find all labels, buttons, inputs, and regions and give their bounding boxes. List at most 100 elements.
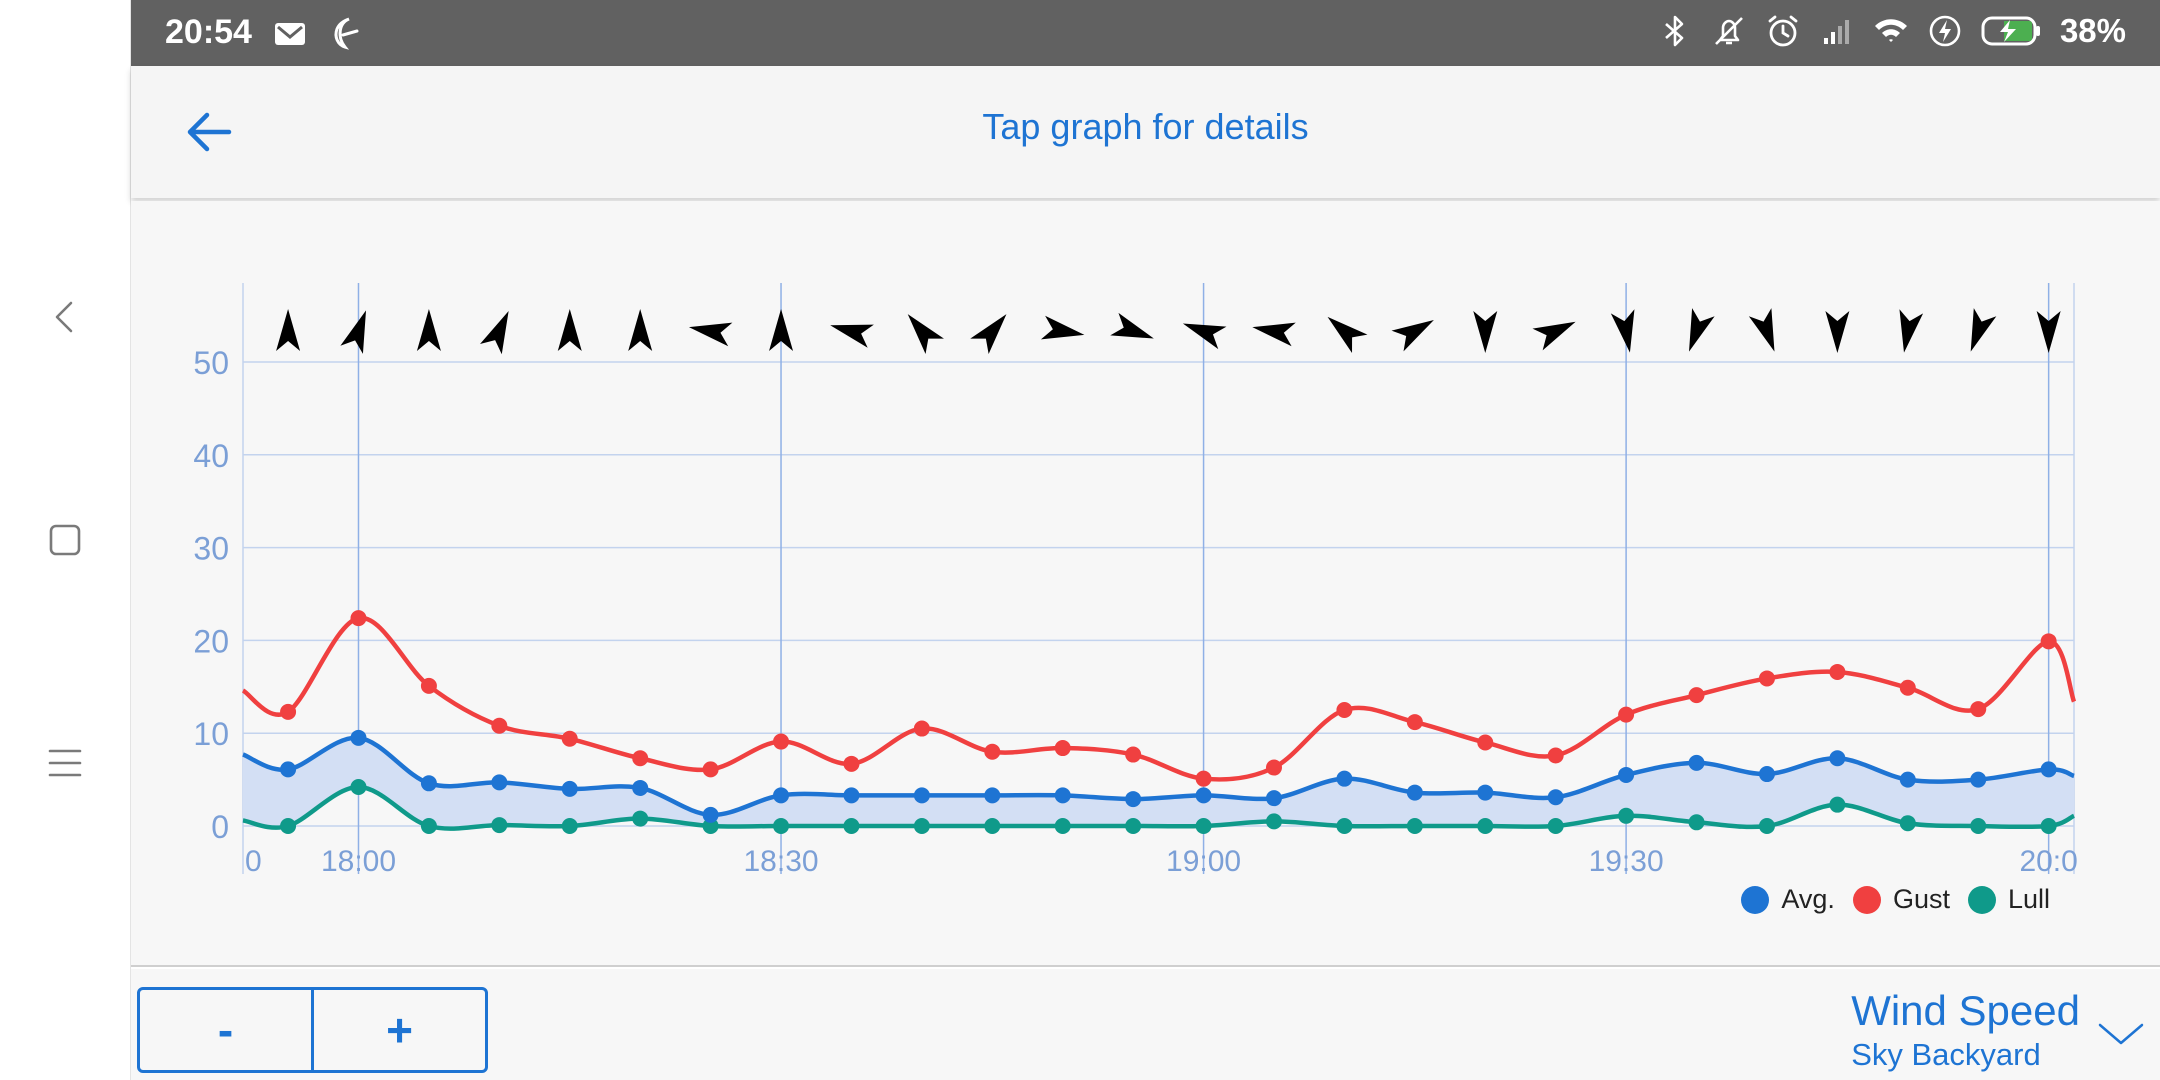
wind-chart-area[interactable]: 0 10 20 30 40 50 18:00 18:30 19:00 19:30 20:0 0 Avg… <box>131 201 2160 967</box>
wind-direction-arrow <box>1040 315 1085 340</box>
data-point-lull <box>843 818 860 834</box>
legend-dot-lull <box>1967 885 1996 914</box>
data-point-gust <box>843 755 860 772</box>
data-point-gust <box>1054 740 1071 757</box>
chart-legend: Avg. Gust Lull <box>1741 884 2050 915</box>
x-tick-label: 20:0 <box>2019 845 2077 878</box>
data-point-lull <box>280 818 297 834</box>
data-point-avg <box>773 787 790 804</box>
wind-direction-arrow <box>688 322 733 347</box>
wind-direction-arrow <box>907 314 944 355</box>
data-point-lull <box>984 818 1001 834</box>
data-point-gust <box>1195 770 1212 787</box>
wind-direction-arrow <box>1252 322 1296 347</box>
data-point-lull <box>913 818 930 834</box>
data-point-avg <box>984 787 1001 804</box>
menu-lines-icon[interactable] <box>35 733 95 793</box>
data-point-lull <box>632 810 649 827</box>
data-point-avg <box>561 780 578 797</box>
data-point-avg <box>843 787 860 804</box>
wind-direction-arrow <box>1182 323 1227 350</box>
gmail-icon <box>275 23 305 45</box>
data-point-lull <box>491 817 508 834</box>
wind-direction-arrow <box>830 324 874 348</box>
status-bar: 20:54 38% <box>131 0 2160 66</box>
data-point-avg <box>350 729 367 746</box>
wind-direction-arrow <box>1899 309 1924 353</box>
data-point-avg <box>280 761 297 778</box>
bluetooth-icon <box>1665 15 1684 47</box>
data-point-lull <box>1688 814 1705 831</box>
data-point-gust <box>984 743 1001 760</box>
data-point-avg <box>1336 770 1353 787</box>
data-point-avg <box>1970 771 1987 788</box>
chevron-down-icon[interactable] <box>2096 1019 2146 1049</box>
data-point-avg <box>420 775 437 792</box>
legend-label-gust: Gust <box>1892 884 1950 914</box>
y-tick-label: 50 <box>193 345 229 381</box>
data-point-gust <box>1125 746 1142 763</box>
x-tick-label-clipped: 0 <box>245 845 262 878</box>
data-point-gust <box>420 677 437 694</box>
data-point-lull <box>1829 796 1846 813</box>
battery-percent: 38% <box>2059 12 2126 49</box>
data-point-gust <box>1688 687 1705 704</box>
data-point-gust <box>350 610 367 627</box>
wind-direction-arrow <box>1689 308 1715 352</box>
data-point-gust <box>1547 747 1564 764</box>
metric-title: Wind Speed <box>1851 987 2080 1034</box>
x-tick-label: 18:00 <box>321 845 396 878</box>
wind-direction-arrow <box>276 309 301 351</box>
series-line-gust <box>241 615 2077 782</box>
wind-direction-arrow <box>1391 320 1434 352</box>
data-point-avg <box>1829 750 1846 767</box>
data-point-lull <box>1899 815 1916 832</box>
moon-icon <box>334 17 359 50</box>
data-point-gust <box>1899 679 1916 696</box>
charging-icon <box>1929 15 1961 47</box>
data-point-gust <box>1829 663 1846 680</box>
wind-direction-arrow <box>1473 311 1498 353</box>
data-point-gust <box>1477 734 1494 751</box>
mute-icon <box>1715 17 1743 45</box>
data-point-lull <box>773 818 790 834</box>
data-point-avg <box>1265 790 1282 807</box>
data-point-gust <box>561 730 578 747</box>
data-point-gust <box>632 750 649 767</box>
wind-speed-chart[interactable]: 0 10 20 30 40 50 18:00 18:30 19:00 19:30 20:0 0 <box>131 201 2160 967</box>
back-chevron-icon[interactable] <box>35 287 95 347</box>
data-point-lull <box>1054 818 1071 834</box>
data-point-lull <box>561 818 578 834</box>
data-point-gust <box>773 733 790 750</box>
wind-direction-arrow <box>970 314 1007 355</box>
metric-selector[interactable]: Wind Speed Sky Backyard <box>1851 987 2080 1073</box>
y-tick-label: 40 <box>193 438 229 474</box>
x-tick-label: 19:30 <box>1589 845 1664 878</box>
x-tick-label: 19:00 <box>1166 845 1241 878</box>
legend-item-avg: Avg. <box>1741 884 1835 915</box>
zoom-in-button[interactable]: + <box>311 990 485 1070</box>
data-point-lull <box>1265 813 1282 830</box>
data-point-gust <box>2040 633 2057 650</box>
data-point-lull <box>1970 818 1987 834</box>
data-point-gust <box>1618 706 1635 723</box>
wind-direction-arrow <box>1327 316 1368 354</box>
wind-direction-arrow <box>1970 308 1997 352</box>
home-square-icon[interactable] <box>35 510 95 570</box>
data-point-avg <box>1054 787 1071 804</box>
data-point-avg <box>1899 771 1916 788</box>
wind-direction-arrow <box>1748 308 1775 352</box>
data-point-gust <box>1758 670 1775 687</box>
data-point-gust <box>1406 714 1423 731</box>
data-point-gust <box>1336 702 1353 718</box>
legend-dot-gust <box>1852 885 1881 914</box>
y-tick-label: 20 <box>193 623 229 659</box>
data-point-lull <box>1618 807 1635 824</box>
data-point-avg <box>1547 789 1564 806</box>
legend-dot-avg <box>1741 885 1770 914</box>
zoom-out-button[interactable]: - <box>140 990 311 1070</box>
legend-label-lull: Lull <box>2007 884 2050 914</box>
data-point-avg <box>702 806 719 823</box>
data-point-lull <box>350 779 367 796</box>
data-point-gust <box>702 761 719 778</box>
